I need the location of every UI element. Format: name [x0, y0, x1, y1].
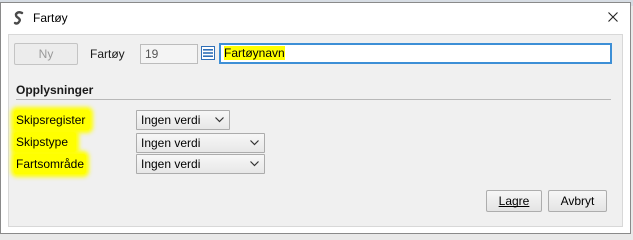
ship-register-label: Skipsregister: [16, 113, 86, 127]
vessel-id-field[interactable]: 19: [140, 44, 198, 64]
dialog-window: Fartøy Ny Fartøy 19 Fartøynavn Opplysnin…: [0, 2, 631, 234]
new-button[interactable]: Ny: [14, 43, 78, 65]
list-lookup-button[interactable]: [201, 46, 217, 62]
vessel-name-field[interactable]: Fartøynavn: [219, 43, 612, 64]
vessel-label: Fartøy: [90, 47, 125, 61]
trade-area-label: Fartsområde: [16, 157, 85, 171]
vessel-name-text: Fartøynavn: [224, 46, 285, 60]
app-logo-icon: [11, 10, 27, 26]
close-button[interactable]: [602, 8, 624, 28]
section-divider: [16, 99, 611, 100]
section-title: Opplysninger: [16, 83, 94, 97]
chevron-down-icon: [215, 117, 224, 123]
chevron-down-icon: [250, 161, 259, 167]
list-lookup-icon: [201, 46, 215, 60]
save-button[interactable]: Lagre: [486, 190, 542, 212]
cancel-button-label: Avbryt: [560, 194, 595, 208]
cancel-button[interactable]: Avbryt: [548, 190, 607, 212]
trade-area-label-highlight: Fartsområde: [14, 154, 86, 174]
save-button-label: Lagre: [498, 194, 530, 208]
trade-area-select[interactable]: Ingen verdi: [136, 154, 265, 174]
chevron-down-icon: [250, 140, 259, 146]
title-bar: Fartøy: [1, 3, 630, 33]
ship-register-value: Ingen verdi: [141, 113, 201, 127]
ship-type-label-highlight: Skipstype: [14, 132, 76, 152]
ship-type-label: Skipstype: [16, 135, 69, 149]
window-title: Fartøy: [33, 11, 68, 25]
ship-register-label-highlight: Skipsregister: [14, 110, 90, 130]
ship-type-value: Ingen verdi: [141, 136, 201, 150]
trade-area-value: Ingen verdi: [141, 157, 201, 171]
ship-type-select[interactable]: Ingen verdi: [136, 133, 265, 153]
close-icon: [608, 12, 618, 22]
ship-register-select[interactable]: Ingen verdi: [136, 110, 230, 130]
dialog-body: Ny Fartøy 19 Fartøynavn Opplysninger Ski…: [8, 34, 623, 227]
